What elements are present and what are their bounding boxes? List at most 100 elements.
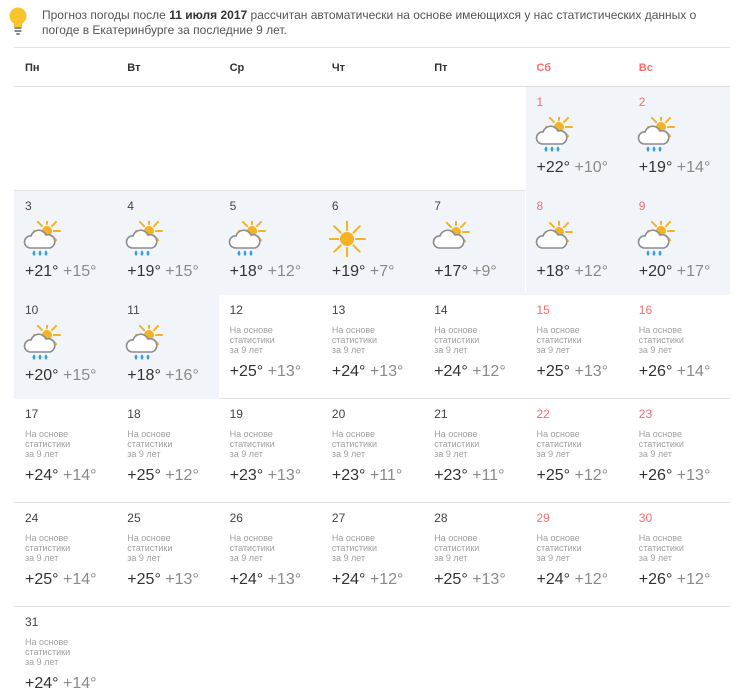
temp-max: +25°	[536, 363, 571, 380]
temp-max: +24°	[331, 571, 366, 588]
day-number: 12	[229, 303, 243, 317]
day-cell[interactable]: 14 На основе статистики за 9 лет +24° +12°	[423, 295, 525, 399]
temperature: +22° +10°	[537, 159, 609, 177]
week-row: 3 +21° +15° 4 +19° +15° 5 +18° +12° 6 +19° +7° 7…	[14, 191, 731, 295]
weekday-label: Пн	[25, 62, 40, 74]
day-number: 5	[229, 199, 237, 213]
day-cell[interactable]: 11 +18° +16°	[116, 295, 219, 399]
temp-max: +18°	[536, 263, 571, 280]
temp-max: +21°	[25, 263, 59, 280]
day-cell[interactable]: 8 +18° +12°	[525, 191, 628, 295]
day-cell[interactable]: 7 +17° +9°	[423, 191, 526, 295]
temperature: +24° +12°	[434, 363, 506, 381]
temp-min: +13°	[267, 571, 302, 588]
stat-note: На основе статистики за 9 лет	[536, 533, 582, 563]
temp-max: +25°	[127, 571, 161, 588]
temp-max: +23°	[331, 467, 366, 484]
day-number: 9	[638, 199, 646, 213]
day-cell[interactable]: 6 +19° +7°	[320, 191, 424, 295]
temp-min: +13°	[472, 571, 506, 588]
day-cell[interactable]: 26 На основе статистики за 9 лет +24° +13°	[219, 503, 321, 607]
day-number: 14	[434, 303, 448, 317]
temp-max: +25°	[434, 571, 468, 588]
day-cell[interactable]: 28 На основе статистики за 9 лет +25° +13°	[423, 503, 525, 607]
temp-max: +24°	[229, 571, 264, 588]
day-cell[interactable]: 10 +20° +15°	[14, 295, 117, 399]
stat-note: На основе статистики за 9 лет	[25, 429, 71, 459]
temp-max: +25°	[229, 363, 264, 380]
day-cell[interactable]: 13 На основе статистики за 9 лет +24° +13°	[321, 295, 423, 399]
day-cell[interactable]: 19 На основе статистики за 9 лет +23° +13°	[219, 399, 321, 503]
day-number: 28	[434, 511, 448, 525]
day-number: 2	[638, 95, 646, 109]
temp-min: +12°	[369, 571, 404, 588]
temperature: +25° +14°	[25, 571, 97, 589]
day-number: 8	[536, 199, 544, 213]
temp-max: +24°	[434, 363, 468, 380]
day-number: 25	[127, 511, 141, 525]
day-cell[interactable]: 15 На основе статистики за 9 лет +25° +13°	[526, 295, 628, 399]
day-cell[interactable]: 27 На основе статистики за 9 лет +24° +12°	[321, 503, 423, 607]
temp-max: +26°	[638, 571, 673, 588]
temperature: +21° +15°	[25, 263, 97, 281]
temp-min: +12°	[574, 571, 609, 588]
temp-max: +17°	[434, 263, 468, 280]
temperature: +25° +12°	[127, 467, 199, 485]
day-cell[interactable]: 23 На основе статистики за 9 лет +26° +13°	[628, 399, 730, 503]
day-cell[interactable]: 17 На основе статистики за 9 лет +24° +14°	[14, 399, 116, 503]
stat-note: На основе статистики за 9 лет	[229, 325, 275, 355]
temp-max: +19°	[127, 263, 161, 280]
stat-note: На основе статистики за 9 лет	[638, 533, 684, 563]
day-cell[interactable]: 24 На основе статистики за 9 лет +25° +14°	[14, 503, 116, 607]
temperature: +20° +17°	[639, 263, 711, 281]
day-cell[interactable]: 22 На основе статистики за 9 лет +25° +12°	[526, 399, 628, 503]
day-cell[interactable]: 12 На основе статистики за 9 лет +25° +13°	[219, 295, 321, 399]
temp-min: +14°	[676, 363, 711, 380]
cloud-sun-rain-icon	[124, 217, 164, 257]
day-cell[interactable]: 29 На основе статистики за 9 лет +24° +12°	[526, 503, 628, 607]
temperature: +18° +12°	[230, 263, 302, 281]
day-cell[interactable]: 16 На основе статистики за 9 лет +26° +14°	[628, 295, 730, 399]
temp-min: +12°	[472, 363, 506, 380]
temp-min: +11°	[472, 467, 505, 484]
day-cell[interactable]: 9 +20° +17°	[627, 191, 731, 295]
day-cell[interactable]: 2 +19° +14°	[627, 87, 731, 191]
temperature: +24° +14°	[25, 675, 97, 693]
temp-max: +18°	[229, 263, 264, 280]
day-number: 10	[25, 303, 39, 317]
temperature: +25° +13°	[537, 363, 609, 381]
weekday-label: Сб	[536, 62, 552, 74]
day-number: 17	[25, 407, 39, 421]
day-cell[interactable]: 3 +21° +15°	[14, 191, 117, 295]
day-cell[interactable]: 1 +22° +10°	[525, 87, 628, 191]
temp-min: +12°	[267, 263, 302, 280]
day-cell[interactable]: 31 На основе статистики за 9 лет +24° +14°	[14, 607, 116, 699]
stat-note: На основе статистики за 9 лет	[434, 325, 480, 355]
stat-note: На основе статистики за 9 лет	[536, 429, 582, 459]
day-cell[interactable]: 20 На основе статистики за 9 лет +23° +11°	[321, 399, 423, 503]
day-cell[interactable]: 25 На основе статистики за 9 лет +25° +13°	[116, 503, 218, 607]
stat-note: На основе статистики за 9 лет	[127, 533, 173, 563]
day-cell[interactable]: 5 +18° +12°	[218, 191, 321, 295]
temperature: +19° +7°	[332, 263, 395, 281]
temperature: +24° +12°	[537, 571, 609, 589]
weekday-header: Пн Вт Ср Чт Пт Сб Вс	[14, 48, 730, 87]
day-cell[interactable]: 21 На основе статистики за 9 лет +23° +11°	[423, 399, 525, 503]
stat-note: На основе статистики за 9 лет	[434, 429, 480, 459]
day-number: 16	[638, 303, 653, 317]
temp-max: +20°	[638, 263, 673, 280]
day-number: 15	[536, 303, 550, 317]
day-number: 29	[536, 511, 550, 525]
day-cell[interactable]: 18 На основе статистики за 9 лет +25° +12°	[116, 399, 218, 503]
temperature: +23° +11°	[332, 467, 402, 485]
temperature: +18° +16°	[127, 367, 199, 385]
weekday-label: Вт	[127, 62, 141, 74]
temperature: +25° +13°	[127, 571, 199, 589]
temp-min: +14°	[63, 571, 97, 588]
day-cell[interactable]: 30 На основе статистики за 9 лет +26° +12°	[628, 503, 730, 607]
sun-icon	[327, 220, 369, 258]
temp-min: +12°	[165, 467, 199, 484]
temperature: +24° +12°	[332, 571, 404, 589]
stat-note: На основе статистики за 9 лет	[25, 533, 71, 563]
day-cell[interactable]: 4 +19° +15°	[116, 191, 219, 295]
